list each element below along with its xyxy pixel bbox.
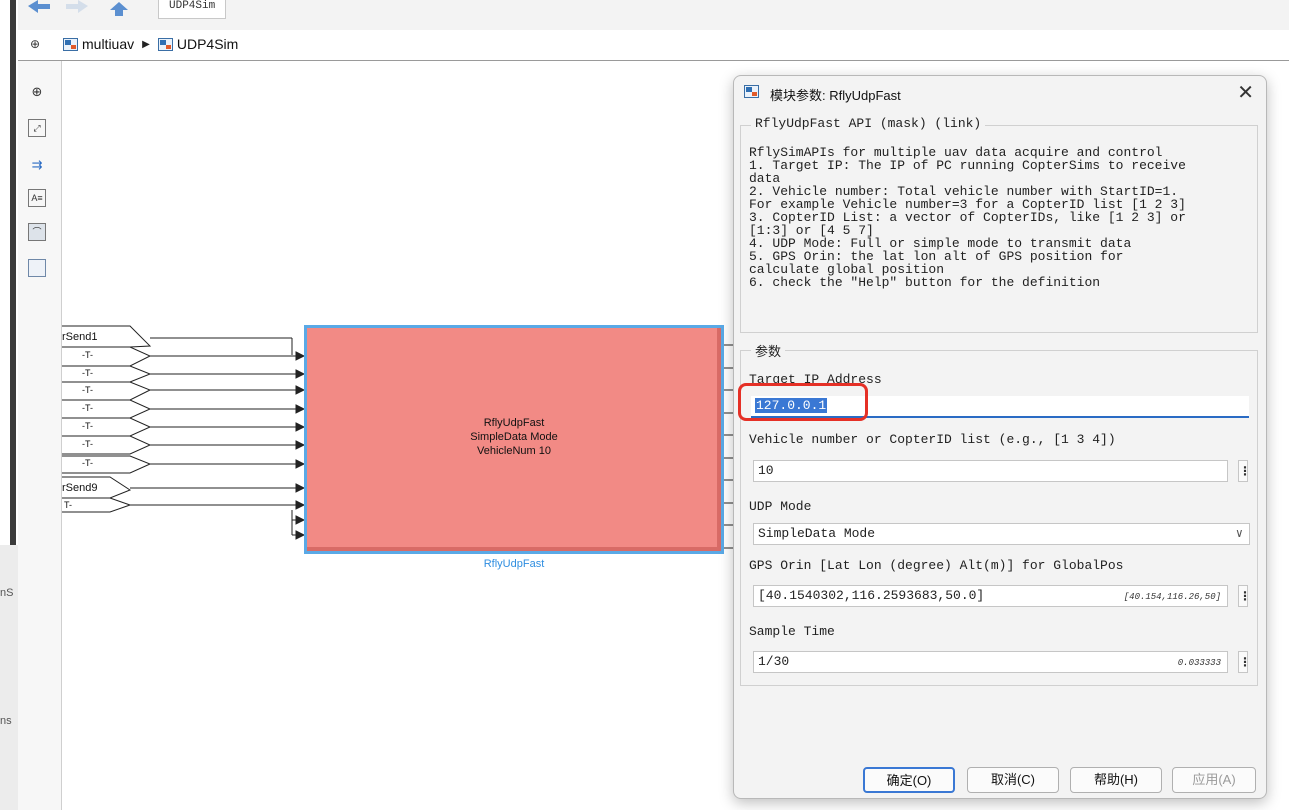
goto-tag: [62, 497, 132, 513]
mask-group-title: RflyUdpFast API (mask) (link): [751, 116, 986, 131]
parameters-title: 参数: [751, 341, 786, 360]
udp-mode-label: UDP Mode: [749, 499, 812, 514]
goto-label: -T-: [82, 421, 93, 431]
goto-label: rSend9: [62, 482, 98, 494]
gps-orin-label: GPS Orin [Lat Lon (degree) Alt(m)] for G…: [749, 558, 1124, 573]
mask-description-group: RflyUdpFast API (mask) (link) RflySimAPI…: [740, 116, 1258, 333]
goto-label: -T-: [82, 385, 93, 395]
help-button[interactable]: 帮助(H): [1070, 767, 1162, 793]
block-icon: [744, 85, 759, 98]
goto-label: rSend1: [62, 331, 98, 343]
annotation-highlight-box: [738, 383, 868, 421]
goto-tag: [62, 381, 152, 401]
dialog-titlebar: 模块参数: RflyUdpFast ✕: [734, 76, 1266, 110]
sample-time-value: 1/30: [758, 654, 790, 669]
vehicle-number-label: Vehicle number or CopterID list (e.g., […: [749, 432, 1116, 447]
goto-tag: [62, 346, 152, 367]
more-options-icon[interactable]: ⋮: [1238, 585, 1251, 607]
block-line-2: SimpleData Mode: [470, 431, 558, 443]
ok-button[interactable]: 确定(O): [863, 767, 955, 793]
sample-time-field[interactable]: 1/30 0.033333: [753, 651, 1228, 673]
block-parameters-dialog: 模块参数: RflyUdpFast ✕ RflyUdpFast API (mas…: [733, 75, 1267, 799]
goto-tag: [62, 365, 152, 383]
goto-tag: [62, 435, 152, 455]
close-icon[interactable]: ✕: [1237, 80, 1254, 105]
block-name[interactable]: RflyUdpFast: [304, 558, 724, 570]
block-text: RflyUdpFast SimpleData Mode VehicleNum 1…: [307, 416, 721, 458]
rflyudpfast-block[interactable]: RflyUdpFast SimpleData Mode VehicleNum 1…: [304, 325, 724, 554]
chevron-down-icon: ∨: [1235, 527, 1243, 541]
udp-mode-select[interactable]: SimpleData Mode ∨: [753, 523, 1250, 545]
block-line-3: VehicleNum 10: [477, 445, 551, 457]
goto-tag: [62, 417, 152, 437]
mask-description: RflySimAPIs for multiple uav data acquir…: [749, 145, 1186, 290]
cancel-button[interactable]: 取消(C): [967, 767, 1059, 793]
more-options-icon[interactable]: ⋮: [1238, 651, 1251, 673]
gps-orin-evaluated-hint: [40.154,116.26,50]: [1123, 592, 1221, 602]
apply-button[interactable]: 应用(A): [1172, 767, 1256, 793]
vehicle-number-value: 10: [758, 463, 774, 478]
block-line-1: RflyUdpFast: [483, 417, 545, 429]
dialog-title: 模块参数: RflyUdpFast: [770, 88, 901, 103]
goto-label: -T-: [82, 368, 93, 378]
gps-orin-field[interactable]: [40.1540302,116.2593683,50.0] [40.154,11…: [753, 585, 1228, 607]
sample-time-label: Sample Time: [749, 624, 835, 639]
more-options-icon[interactable]: ⋮: [1238, 460, 1251, 482]
goto-tag: [62, 455, 152, 474]
gps-orin-value: [40.1540302,116.2593683,50.0]: [758, 588, 985, 603]
vehicle-number-field[interactable]: 10: [753, 460, 1228, 482]
goto-label: -T-: [82, 350, 93, 360]
sample-time-evaluated-hint: 0.033333: [1177, 658, 1221, 668]
goto-label: -T-: [82, 439, 93, 449]
goto-label: -T-: [82, 458, 93, 468]
udp-mode-value: SimpleData Mode: [758, 526, 876, 541]
goto-tag: [62, 399, 152, 419]
goto-label: -T-: [82, 403, 93, 413]
goto-label: T-: [64, 500, 72, 510]
